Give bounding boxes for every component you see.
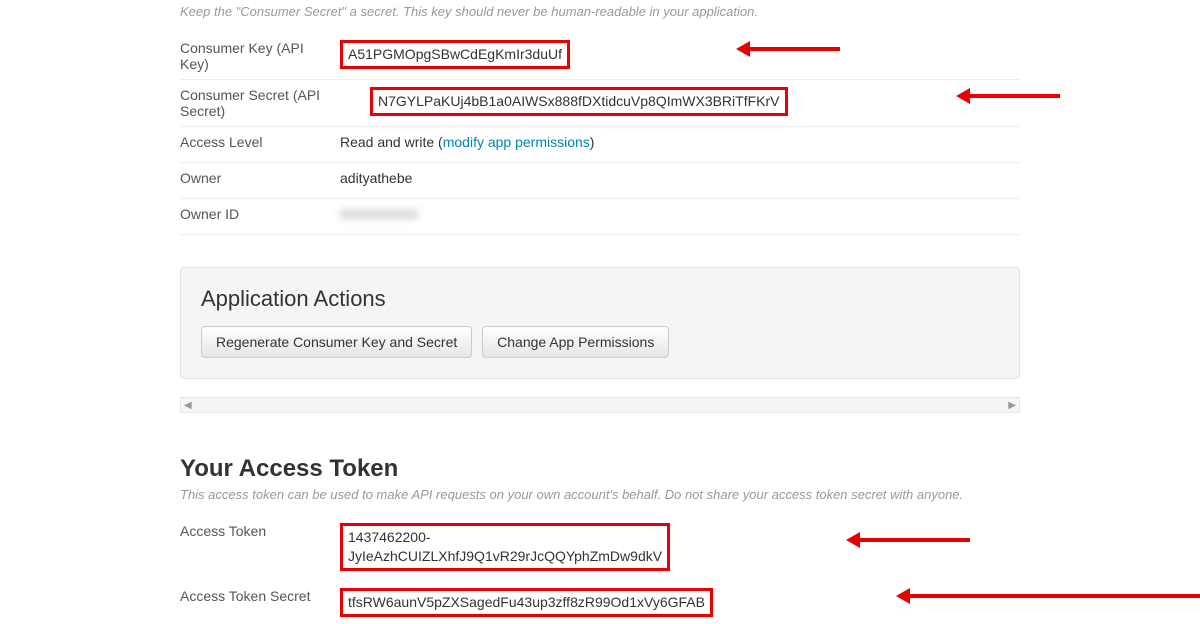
consumer-key-label: Consumer Key (API Key) [180,40,340,72]
access-token-secret-row: Access Token Secret tfsRW6aunV5pZXSagedF… [180,578,1020,624]
access-token-label: Access Token [180,523,340,539]
access-token-hint: This access token can be used to make AP… [180,487,1020,502]
consumer-secret-value: N7GYLPaKUj4bB1a0AIWSx888fDXtidcuVp8QImWX… [370,87,788,116]
access-token-line2: JyIeAzhCUIZLXhfJ9Q1vR29rJcQQYphZmDw9dkV [348,548,662,564]
owner-label: Owner [180,170,340,186]
application-actions-panel: Application Actions Regenerate Consumer … [180,267,1020,379]
access-token-value: 1437462200- JyIeAzhCUIZLXhfJ9Q1vR29rJcQQ… [340,523,670,571]
consumer-key-value: A51PGMOpgSBwCdEgKmIr3duUf [340,40,570,69]
consumer-secret-row: Consumer Secret (API Secret) N7GYLPaKUj4… [180,80,1020,127]
arrow-annotation [960,94,1060,98]
access-token-row: Access Token 1437462200- JyIeAzhCUIZLXhf… [180,516,1020,578]
owner-id-label: Owner ID [180,206,340,222]
application-actions-title: Application Actions [201,286,999,312]
arrow-annotation [740,47,840,51]
access-token-title: Your Access Token [180,455,1020,483]
access-token-line1: 1437462200- [348,529,431,545]
regenerate-key-button[interactable]: Regenerate Consumer Key and Secret [201,326,472,358]
owner-value: adityathebe [340,170,412,186]
horizontal-scrollbar[interactable] [180,397,1020,413]
owner-id-row: Owner ID 0000000000 [180,199,1020,235]
consumer-secret-label: Consumer Secret (API Secret) [180,87,370,119]
arrow-annotation [900,594,1200,598]
access-token-secret-label: Access Token Secret [180,588,340,604]
owner-id-value: 0000000000 [340,206,418,222]
access-level-row: Access Level Read and write (modify app … [180,127,1020,163]
modify-permissions-link[interactable]: modify app permissions [443,134,590,150]
access-level-value: Read and write ( [340,134,443,150]
consumer-secret-hint: Keep the "Consumer Secret" a secret. Thi… [180,4,1020,19]
access-level-suffix: ) [590,134,595,150]
arrow-annotation [850,538,970,542]
access-level-label: Access Level [180,134,340,150]
owner-row: Owner adityathebe [180,163,1020,199]
access-token-secret-value: tfsRW6aunV5pZXSagedFu43up3zff8zR99Od1xVy… [340,588,713,617]
consumer-key-row: Consumer Key (API Key) A51PGMOpgSBwCdEgK… [180,33,1020,80]
change-permissions-button[interactable]: Change App Permissions [482,326,669,358]
